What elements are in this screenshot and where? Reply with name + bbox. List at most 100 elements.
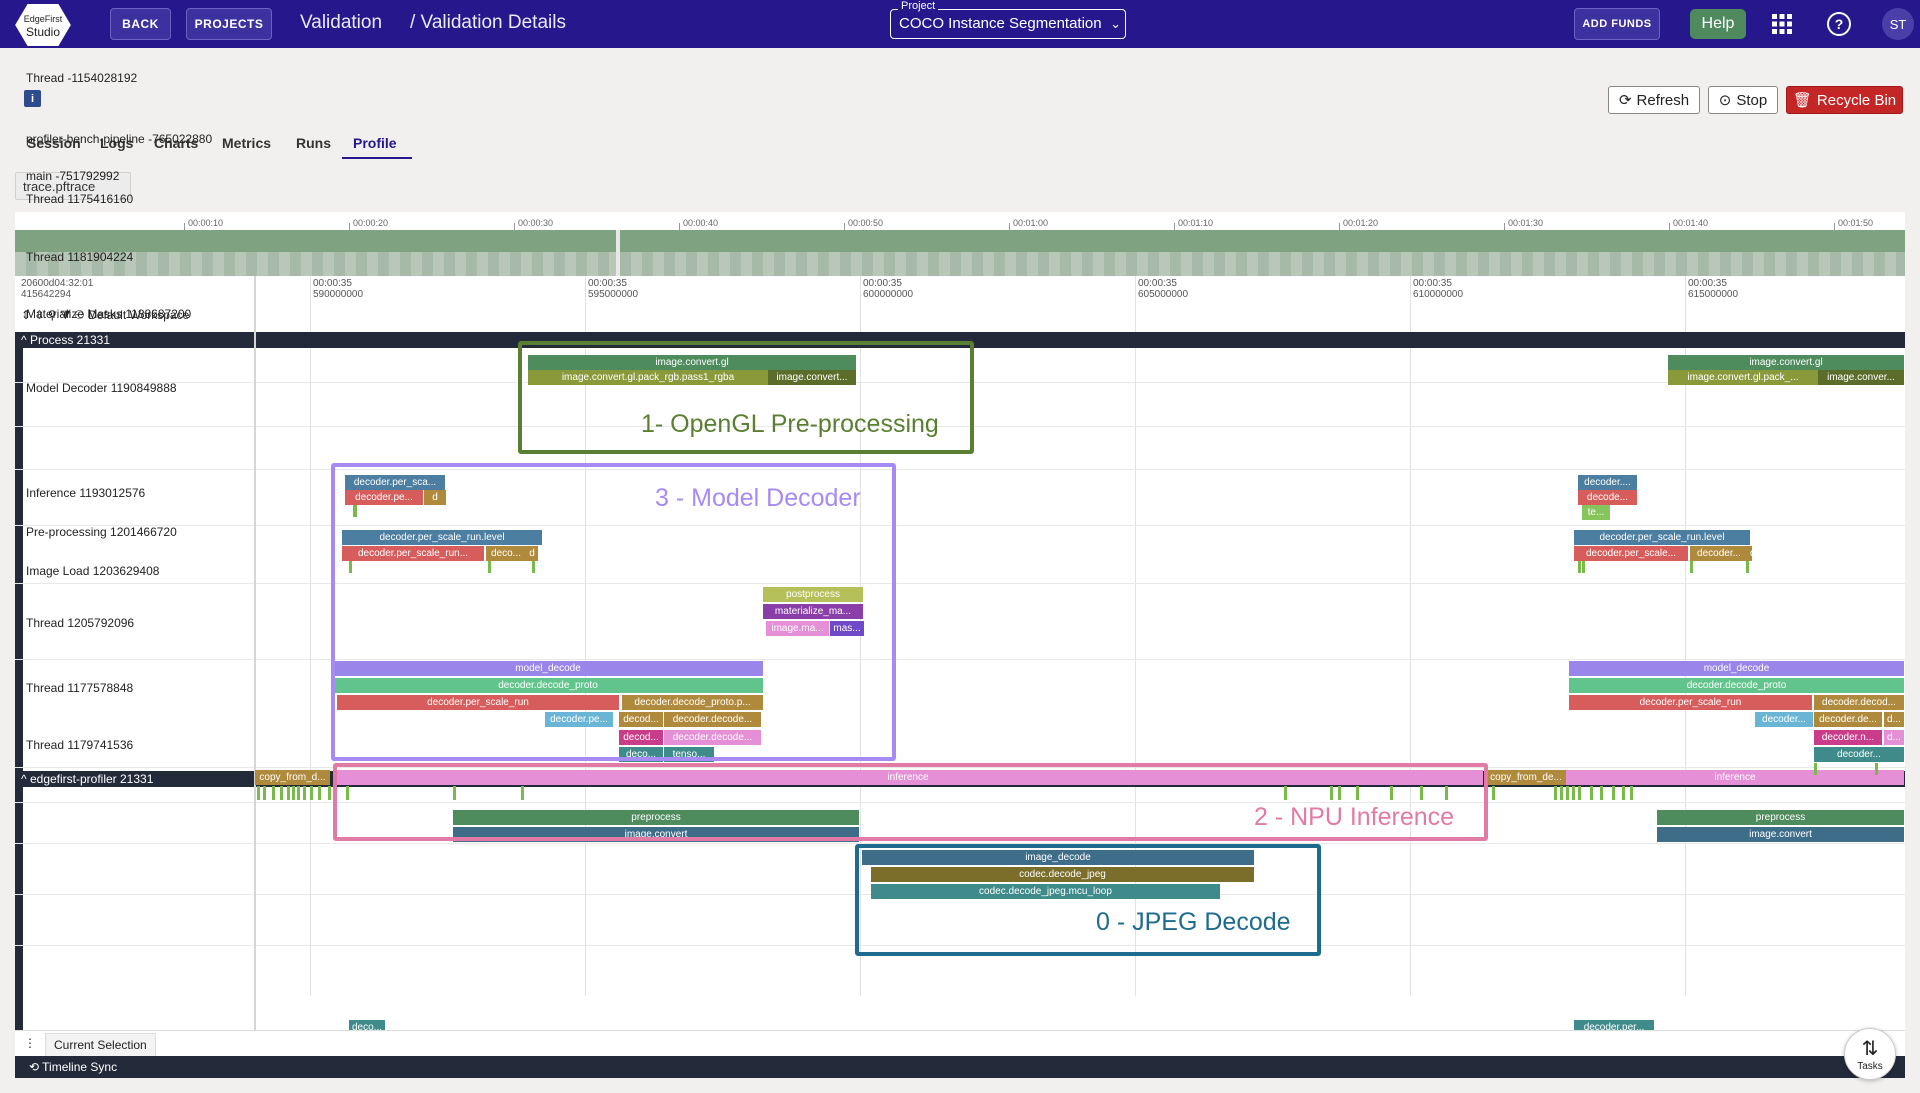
thread-label: Thread 1177578848 [26, 681, 134, 695]
recycle-label: Recycle Bin [1816, 91, 1897, 109]
apps-grid-icon[interactable] [1772, 14, 1792, 34]
inference-tick [1492, 786, 1495, 800]
slice-md1b[interactable]: model_decode [1569, 661, 1904, 676]
avatar[interactable]: ST [1882, 8, 1914, 40]
inference-tick [1622, 786, 1625, 800]
tasks-label: Tasks [1857, 1061, 1883, 1072]
slice-gl3b[interactable]: image.conver... [1818, 370, 1904, 385]
slice-md4b[interactable]: decoder.decod... [1814, 695, 1904, 710]
overview-tick-line [1339, 223, 1340, 230]
track-panel[interactable]: 20600d04:32:01 415642294 00:00:35 5900000… [15, 71, 1905, 1035]
overview-cursor[interactable] [616, 230, 620, 276]
ruler-tick-ns: 615000000 [1688, 289, 1739, 300]
timeline-sync-bar[interactable]: ⟲ Timeline Sync [15, 1056, 1905, 1078]
stop-icon: ⊙ [1718, 92, 1732, 109]
slice-d1f[interactable]: te... [1582, 505, 1610, 520]
breadcrumb-validation[interactable]: Validation [300, 12, 382, 34]
slice-d2e[interactable]: decoder.per_scale_run.level [1574, 530, 1750, 545]
inference-tick [328, 786, 331, 800]
edgefirst-logo[interactable]: EdgeFirst Studio [4, 0, 82, 50]
track-left-strip [15, 332, 23, 1030]
overview-timeline[interactable]: 00:00:10 00:00:20 00:00:30 00:00:40 00:00:50… [15, 212, 1905, 276]
overview-track-top [15, 230, 1905, 252]
slice-md7b[interactable]: d... [1884, 712, 1904, 727]
refresh-button[interactable]: ⟳ Refresh [1608, 86, 1700, 114]
inference-tick [272, 786, 275, 800]
row-separator [15, 583, 1905, 584]
swap-vert-icon: ⇅ [1861, 1038, 1879, 1060]
slice-md9b[interactable]: d... [1884, 730, 1904, 745]
overview-tick-line [1669, 223, 1670, 230]
slice-i3[interactable]: copy_from_de... [1486, 770, 1566, 785]
tab-profile[interactable]: Profile [353, 135, 397, 151]
overview-tick-label: 00:01:10 [1178, 218, 1214, 228]
overview-tick-label: 00:00:20 [353, 218, 389, 228]
collapse-chevron-icon[interactable]: ^ [21, 333, 30, 347]
overview-tick-label: 00:01:40 [1673, 218, 1709, 228]
slice-d1d[interactable]: decoder.... [1578, 475, 1637, 490]
slice-d1e[interactable]: decode... [1578, 490, 1637, 505]
slice-d2f[interactable]: decoder.per_scale... [1574, 546, 1688, 561]
brand-line1: EdgeFirst [24, 14, 63, 24]
slice-p3[interactable]: preprocess [1657, 810, 1904, 825]
help-button[interactable]: Help [1690, 9, 1746, 39]
ruler-tick-time: 00:00:35 [313, 278, 352, 289]
slice-i1[interactable]: copy_from_d... [255, 770, 330, 785]
overview-track-bottom [15, 252, 1905, 276]
overview-tick-label: 00:00:50 [848, 218, 884, 228]
slice-p4[interactable]: image.convert [1657, 827, 1904, 842]
annotation-box-a0 [855, 844, 1321, 956]
add-funds-button[interactable]: ADD FUNDS [1574, 8, 1660, 40]
back-button[interactable]: BACK [110, 8, 171, 40]
inference-tick [318, 786, 321, 800]
tab-runs[interactable]: Runs [296, 135, 331, 151]
refresh-label: Refresh [1636, 91, 1690, 109]
tab-metrics[interactable]: Metrics [222, 135, 271, 151]
stop-button[interactable]: ⊙ Stop [1708, 86, 1778, 114]
slice-md5b[interactable]: decoder... [1755, 712, 1813, 727]
thread-label: Thread 1179741536 [26, 738, 134, 752]
overview-tick-label: 00:00:40 [683, 218, 719, 228]
overview-ticks: 00:00:10 00:00:20 00:00:30 00:00:40 00:00:50… [15, 212, 1905, 230]
slice-md8b[interactable]: decoder.n... [1814, 730, 1882, 745]
bottom-panel: ⋮ Current Selection [15, 1030, 1905, 1057]
slice-gl2b[interactable]: image.convert.gl.pack_... [1668, 370, 1818, 385]
slice-d2g[interactable]: decoder... [1690, 546, 1748, 561]
slice-i4[interactable]: inference [1566, 770, 1904, 785]
slice-md3b[interactable]: decoder.per_scale_run [1569, 695, 1812, 710]
slice-gl1b[interactable]: image.convert.gl [1668, 355, 1904, 370]
origin-time: 20600d04:32:01 [21, 278, 94, 289]
overview-tick-label: 00:00:10 [188, 218, 224, 228]
collapse-chevron-icon[interactable]: ^ [21, 772, 30, 786]
more-vert-icon[interactable]: ⋮ [24, 1036, 36, 1050]
thread-label: Model Decoder 1190849888 [26, 381, 177, 395]
slice-md10b[interactable]: decoder... [1814, 747, 1904, 762]
overview-tick-line [679, 223, 680, 230]
slice-md2b[interactable]: decoder.decode_proto [1569, 678, 1904, 693]
thread-label: Materialize Masks 1188687200 [26, 307, 192, 321]
label-divider[interactable] [254, 276, 256, 1030]
help-circle-icon[interactable]: ? [1826, 11, 1852, 37]
ruler-tick-time: 00:00:35 [863, 278, 902, 289]
project-select[interactable]: COCO Instance Segmentation ⌄ [890, 9, 1126, 39]
ruler-tick-time: 00:00:35 [1688, 278, 1727, 289]
project-label: Project [898, 0, 939, 12]
ruler-tick-time: 00:00:35 [588, 278, 627, 289]
tasks-button[interactable]: ⇅ Tasks [1844, 1028, 1896, 1080]
slice-d2h[interactable]: d [1748, 546, 1752, 561]
thread-label: profiler-bench-pipeline -765022880 [26, 132, 213, 146]
slice-md6b[interactable]: decoder.de... [1814, 712, 1882, 727]
projects-button[interactable]: PROJECTS [186, 8, 272, 40]
current-selection-tab[interactable]: Current Selection [45, 1033, 156, 1057]
overview-tick-label: 00:01:50 [1838, 218, 1874, 228]
active-tab-indicator [342, 157, 412, 159]
inference-tick [257, 786, 260, 800]
ruler-tick-ns: 590000000 [313, 289, 364, 300]
overview-tick-label: 00:01:00 [1013, 218, 1049, 228]
info-icon[interactable]: i [24, 90, 41, 107]
project-value: COCO Instance Segmentation [899, 15, 1102, 32]
overview-tick-line [349, 223, 350, 230]
inference-tick [1590, 786, 1593, 800]
thread-label: Thread -1154028192 [26, 71, 138, 85]
recycle-bin-button[interactable]: 🗑 Recycle Bin [1786, 86, 1903, 114]
